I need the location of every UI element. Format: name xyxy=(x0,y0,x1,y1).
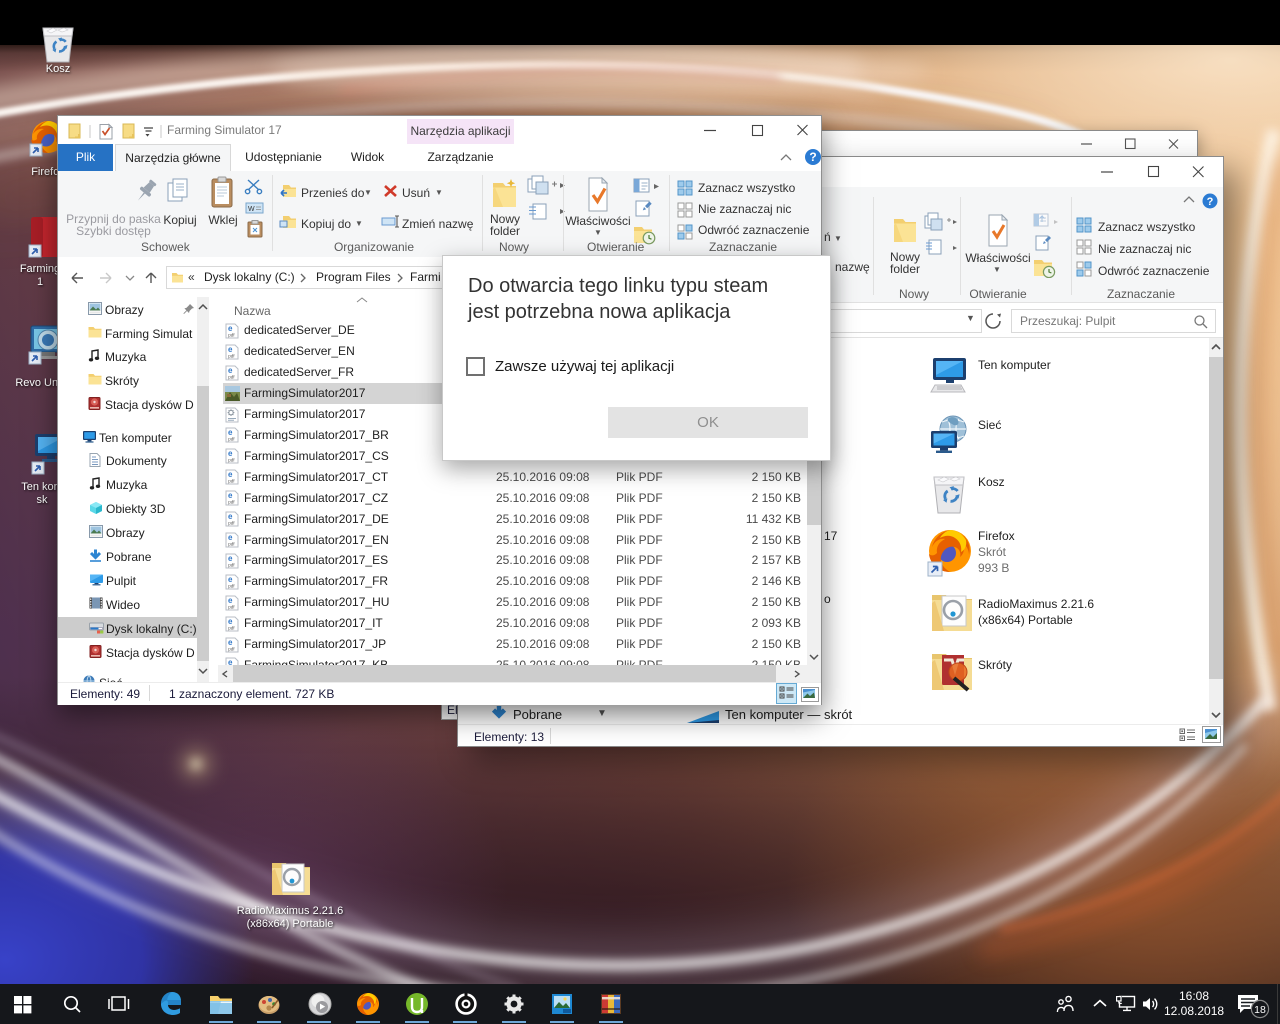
svg-text:pdf: pdf xyxy=(228,521,235,526)
svg-text:pdf: pdf xyxy=(228,626,235,631)
svg-text:pdf: pdf xyxy=(228,584,235,589)
svg-text:pdf: pdf xyxy=(228,354,235,359)
svg-text:?: ? xyxy=(1207,196,1214,208)
svg-text:e: e xyxy=(228,658,233,665)
svg-text:pdf: pdf xyxy=(228,375,235,380)
svg-text:pdf: pdf xyxy=(228,605,235,610)
svg-text:pdf: pdf xyxy=(228,458,235,463)
svg-text:18: 18 xyxy=(1254,1004,1266,1016)
svg-text:pdf: pdf xyxy=(228,500,235,505)
svg-text:?: ? xyxy=(809,150,816,164)
svg-text:pdf: pdf xyxy=(228,542,235,547)
svg-text:pdf: pdf xyxy=(228,647,235,652)
svg-text:pdf: pdf xyxy=(228,437,235,442)
svg-text:pdf: pdf xyxy=(228,563,235,568)
svg-text:pdf: pdf xyxy=(228,333,235,338)
svg-text:pdf: pdf xyxy=(228,479,235,484)
svg-text:W: W xyxy=(248,206,255,213)
